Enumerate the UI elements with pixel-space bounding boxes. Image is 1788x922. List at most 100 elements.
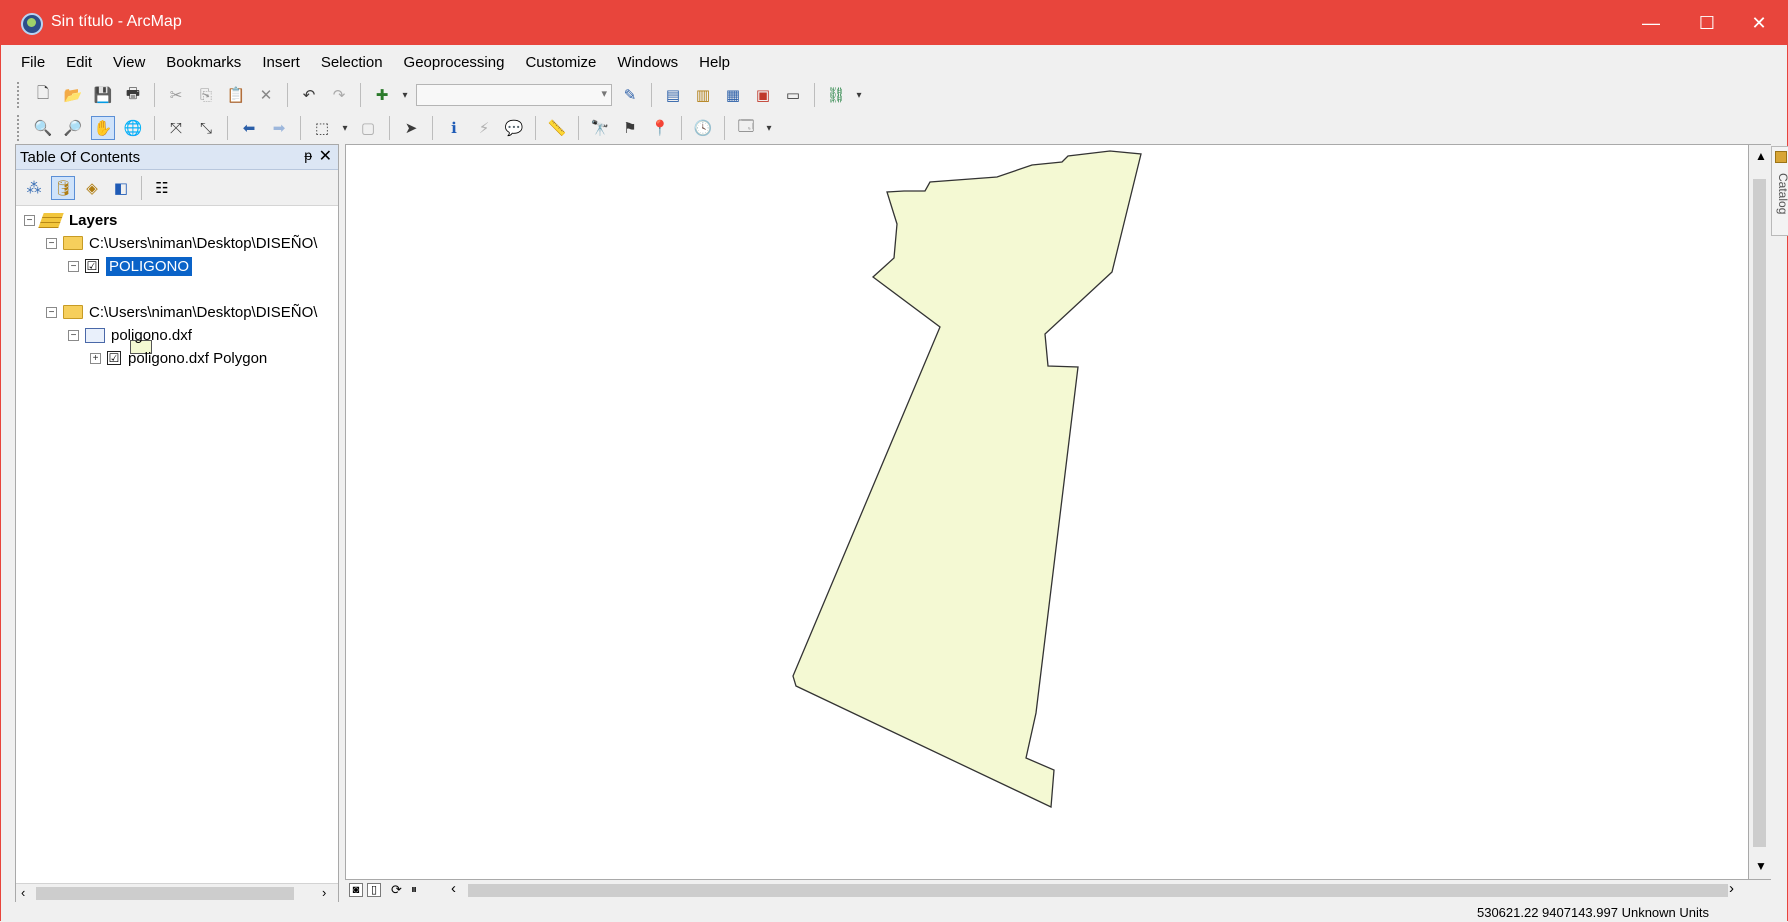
open-folder-icon[interactable]: 📂 [61,83,85,107]
menu-bookmarks[interactable]: Bookmarks [166,54,241,71]
tree-label-poligono[interactable]: POLIGONO [106,256,193,276]
scroll-left-icon[interactable]: ‹ [451,880,456,897]
copy-icon[interactable]: ⎘ [194,83,218,107]
toc-options-icon[interactable]: ☷ [150,176,174,200]
menu-customize[interactable]: Customize [525,54,596,71]
menu-geoprocessing[interactable]: Geoprocessing [404,54,505,71]
scroll-right-icon[interactable]: › [1729,880,1734,897]
clear-selection-icon[interactable]: ▢ [356,116,380,140]
tree-item-layers[interactable]: − Layers [24,209,117,231]
list-by-drawing-order-icon[interactable]: ⁂ [22,176,46,200]
menu-edit[interactable]: Edit [66,54,92,71]
print-icon[interactable]: 🖶 [121,83,145,107]
undo-icon[interactable]: ↶ [297,83,321,107]
scroll-right-icon[interactable]: › [322,885,326,900]
save-icon[interactable]: 💾 [91,83,115,107]
toolbar-options-icon[interactable]: ▾ [854,83,864,107]
catalog-icon[interactable]: ▥ [691,83,715,107]
select-features-icon[interactable]: ⬚ [310,116,334,140]
html-popup-icon[interactable]: 💬 [502,116,526,140]
close-icon[interactable]: ✕ [319,146,332,166]
map-vertical-scrollbar[interactable]: ▲ ▼ [1749,144,1771,880]
collapse-icon[interactable]: − [46,237,57,249]
scroll-left-icon[interactable]: ‹ [21,885,25,900]
tree-item-poligono[interactable]: − ☑ POLIGONO [68,255,193,277]
list-by-visibility-icon[interactable]: ◈ [80,176,104,200]
search-window-icon[interactable]: ▦ [721,83,745,107]
collapse-icon[interactable]: − [46,306,57,318]
collapse-icon[interactable]: − [68,260,79,272]
layer-visibility-checkbox[interactable]: ☑ [85,259,99,273]
delete-icon[interactable]: ✕ [254,83,278,107]
close-button[interactable]: ✕ [1731,1,1787,45]
zoom-in-icon[interactable]: 🔍 [31,116,55,140]
tree-item-folder-1[interactable]: − C:\Users\niman\Desktop\DISEÑO\ [46,232,317,254]
fixed-zoom-in-icon[interactable]: ⤧ [164,116,188,140]
model-builder-icon[interactable]: ⛓ [824,83,848,107]
editor-icon[interactable]: ✎ [618,83,642,107]
collapse-icon[interactable]: − [24,214,35,226]
identify-icon[interactable]: ℹ [442,116,466,140]
toolbar-grip[interactable] [17,82,21,108]
menu-view[interactable]: View [113,54,145,71]
menu-windows[interactable]: Windows [617,54,678,71]
go-to-xy-icon[interactable]: 📍 [648,116,672,140]
scrollbar-thumb[interactable] [1753,179,1766,847]
menu-selection[interactable]: Selection [321,54,383,71]
time-slider-icon[interactable]: 🕓 [691,116,715,140]
layer-visibility-checkbox[interactable]: ☑ [107,351,121,365]
scroll-down-icon[interactable]: ▼ [1755,859,1767,873]
tree-item-poligono-dxf[interactable]: − poligono.dxf [68,324,192,346]
tree-item-folder-2[interactable]: − C:\Users\niman\Desktop\DISEÑO\ [46,301,317,323]
maximize-button[interactable]: ☐ [1679,1,1735,45]
pause-drawing-icon[interactable]: ⏸ [411,882,417,897]
toolbar-options-icon[interactable]: ▾ [764,116,774,140]
add-data-icon[interactable]: ✚ [370,83,394,107]
refresh-icon[interactable]: ⟳ [391,882,402,898]
layout-view-icon[interactable]: ▯ [367,883,381,897]
select-dropdown-icon[interactable]: ▾ [340,116,350,140]
measure-icon[interactable]: 📏 [545,116,569,140]
back-extent-icon[interactable]: ⬅ [237,116,261,140]
catalog-side-tab[interactable]: Catalog [1771,146,1788,236]
fixed-zoom-out-icon[interactable]: ⤡ [194,116,218,140]
toolbar-grip[interactable] [17,115,21,141]
map-view[interactable] [345,144,1749,880]
find-icon[interactable]: 🔭 [588,116,612,140]
zoom-out-icon[interactable]: 🔎 [61,116,85,140]
scroll-up-icon[interactable]: ▲ [1755,149,1767,163]
map-canvas[interactable] [346,145,1748,879]
data-view-icon[interactable]: ◙ [349,883,363,897]
table-of-contents-icon[interactable]: ▤ [661,83,685,107]
find-route-icon[interactable]: ⚑ [618,116,642,140]
redo-icon[interactable]: ↷ [327,83,351,107]
tree-item-poligono-dxf-polygon[interactable]: + ☑ poligono.dxf Polygon [90,347,267,369]
title-bar[interactable]: Sin título - ArcMap — ☐ ✕ [1,1,1787,45]
pan-icon[interactable]: ✋ [91,116,115,140]
paste-icon[interactable]: 📋 [224,83,248,107]
pin-icon[interactable]: ᵽ [304,147,312,163]
list-by-source-icon[interactable]: 🛢 [51,175,75,200]
cut-icon[interactable]: ✂ [164,83,188,107]
full-extent-icon[interactable]: 🌐 [121,116,145,140]
minimize-button[interactable]: — [1623,1,1679,45]
map-horizontal-scroll-thumb[interactable] [468,884,1728,897]
add-data-dropdown-icon[interactable]: ▾ [400,83,410,107]
arctoolbox-icon[interactable]: ▣ [751,83,775,107]
menu-file[interactable]: File [21,54,45,71]
menu-help[interactable]: Help [699,54,730,71]
hyperlink-icon[interactable]: ⚡ [472,116,496,140]
collapse-icon[interactable]: − [68,329,79,341]
toc-horizontal-scrollbar[interactable]: ‹ › [16,883,338,903]
new-document-icon[interactable]: 🗋 [31,83,55,107]
create-viewer-icon[interactable]: 🗔 [734,116,758,140]
polygon-feature[interactable] [792,150,1142,808]
scale-combo[interactable]: ▾ [416,84,612,106]
scrollbar-thumb[interactable] [36,887,294,900]
menu-insert[interactable]: Insert [262,54,300,71]
python-window-icon[interactable]: ▭ [781,83,805,107]
select-elements-icon[interactable]: ➤ [399,116,423,140]
list-by-selection-icon[interactable]: ◧ [109,176,133,200]
forward-extent-icon[interactable]: ➡ [267,116,291,140]
expand-icon[interactable]: + [90,352,101,364]
